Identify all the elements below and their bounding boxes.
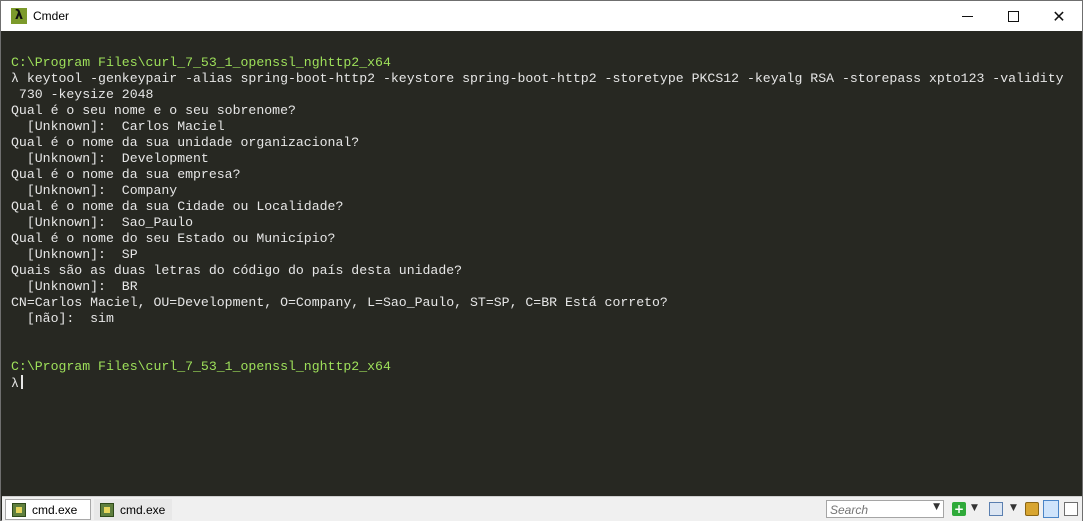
terminal-line-text: C:\Program Files\curl_7_53_1_openssl_ngh… xyxy=(11,359,391,374)
split-view-icon[interactable] xyxy=(1043,500,1059,518)
search-input[interactable] xyxy=(827,502,926,518)
title-bar[interactable]: λ Cmder ✕ xyxy=(1,1,1082,31)
cmder-window: λ Cmder ✕ C:\Program Files\curl_7_53_1_o… xyxy=(0,0,1083,521)
status-bar: cmd.exe cmd.exe ▼ + ▼ ▼ xyxy=(2,496,1082,521)
text-cursor xyxy=(20,375,23,389)
terminal-path-line: C:\Program Files\curl_7_53_1_openssl_ngh… xyxy=(11,359,1064,375)
console-tab-icon xyxy=(100,502,114,517)
terminal-line-text: Quais são as duas letras do código do pa… xyxy=(11,263,463,278)
terminal-line: λ xyxy=(11,375,1064,391)
terminal-line: [Unknown]: Company xyxy=(11,183,1064,199)
terminal-line-text: C:\Program Files\curl_7_53_1_openssl_ngh… xyxy=(11,55,391,70)
lock-icon[interactable] xyxy=(1025,502,1039,516)
terminal-line: Qual é o nome da sua unidade organizacio… xyxy=(11,135,1064,151)
terminal-line-text: Qual é o seu nome e o seu sobrenome? xyxy=(11,103,296,118)
terminal-line-text: [Unknown]: SP xyxy=(11,247,138,262)
terminal-path-line: C:\Program Files\curl_7_53_1_openssl_ngh… xyxy=(11,55,1064,71)
lambda-icon: λ xyxy=(11,8,27,24)
terminal-line: Qual é o nome da sua Cidade ou Localidad… xyxy=(11,199,1064,215)
terminal-line: CN=Carlos Maciel, OU=Development, O=Comp… xyxy=(11,295,1064,311)
terminal-line-text: [Unknown]: BR xyxy=(11,279,138,294)
terminal-line: [Unknown]: Carlos Maciel xyxy=(11,119,1064,135)
maximize-icon xyxy=(1007,10,1019,22)
terminal-line-text: [não]: sim xyxy=(11,311,114,326)
terminal-line-text: Qual é o nome do seu Estado ou Município… xyxy=(11,231,336,246)
terminal-line: [não]: sim xyxy=(11,311,1064,327)
terminal-line: Quais são as duas letras do código do pa… xyxy=(11,263,1064,279)
terminal-line: [Unknown]: BR xyxy=(11,279,1064,295)
chevron-down-icon[interactable]: ▼ xyxy=(933,502,940,512)
terminal-line: [Unknown]: Development xyxy=(11,151,1064,167)
console-icon[interactable] xyxy=(989,502,1003,516)
terminal-line-text: [Unknown]: Development xyxy=(11,151,209,166)
terminal-line: λ keytool -genkeypair -alias spring-boot… xyxy=(11,71,1064,87)
terminal-line-text: λ keytool -genkeypair -alias spring-boot… xyxy=(11,71,1064,86)
minimize-icon xyxy=(961,15,973,17)
maximize-button[interactable] xyxy=(990,1,1036,31)
tab-label: cmd.exe xyxy=(120,502,166,517)
terminal-output: C:\Program Files\curl_7_53_1_openssl_ngh… xyxy=(11,55,1064,391)
close-icon: ✕ xyxy=(1052,6,1066,26)
terminal-line-text: CN=Carlos Maciel, OU=Development, O=Comp… xyxy=(11,295,668,310)
terminal-line-text: Qual é o nome da sua empresa? xyxy=(11,167,241,182)
close-button[interactable]: ✕ xyxy=(1036,1,1082,31)
tab-cmd-1[interactable]: cmd.exe xyxy=(5,499,91,520)
terminal-line-text: [Unknown]: Company xyxy=(11,183,178,198)
terminal-line: Qual é o nome do seu Estado ou Município… xyxy=(11,231,1064,247)
terminal-line: 730 -keysize 2048 xyxy=(11,87,1064,103)
search-box[interactable]: ▼ xyxy=(826,500,944,518)
terminal-line-text: λ xyxy=(11,376,19,391)
terminal-line: [Unknown]: SP xyxy=(11,247,1064,263)
minimize-button[interactable] xyxy=(944,1,990,31)
panel-icon[interactable] xyxy=(1064,502,1078,516)
window-title: Cmder xyxy=(33,9,70,23)
chevron-down-icon[interactable]: ▼ xyxy=(971,503,978,513)
terminal-line: [Unknown]: Sao_Paulo xyxy=(11,215,1064,231)
terminal-line-text: [Unknown]: Carlos Maciel xyxy=(11,119,225,134)
terminal-line-text: Qual é o nome da sua unidade organizacio… xyxy=(11,135,360,150)
terminal-line-text: 730 -keysize 2048 xyxy=(11,87,154,102)
terminal-line-text: [Unknown]: Sao_Paulo xyxy=(11,215,194,230)
tab-cmd-2[interactable]: cmd.exe xyxy=(94,499,172,520)
terminal-console[interactable]: C:\Program Files\curl_7_53_1_openssl_ngh… xyxy=(2,31,1082,496)
terminal-line-text: Qual é o nome da sua Cidade ou Localidad… xyxy=(11,199,344,214)
chevron-down-icon[interactable]: ▼ xyxy=(1010,503,1017,513)
terminal-line: Qual é o nome da sua empresa? xyxy=(11,167,1064,183)
new-console-plus-icon[interactable]: + xyxy=(952,502,966,516)
console-tab-icon xyxy=(12,502,26,517)
terminal-line: Qual é o seu nome e o seu sobrenome? xyxy=(11,103,1064,119)
tab-label: cmd.exe xyxy=(32,502,78,517)
